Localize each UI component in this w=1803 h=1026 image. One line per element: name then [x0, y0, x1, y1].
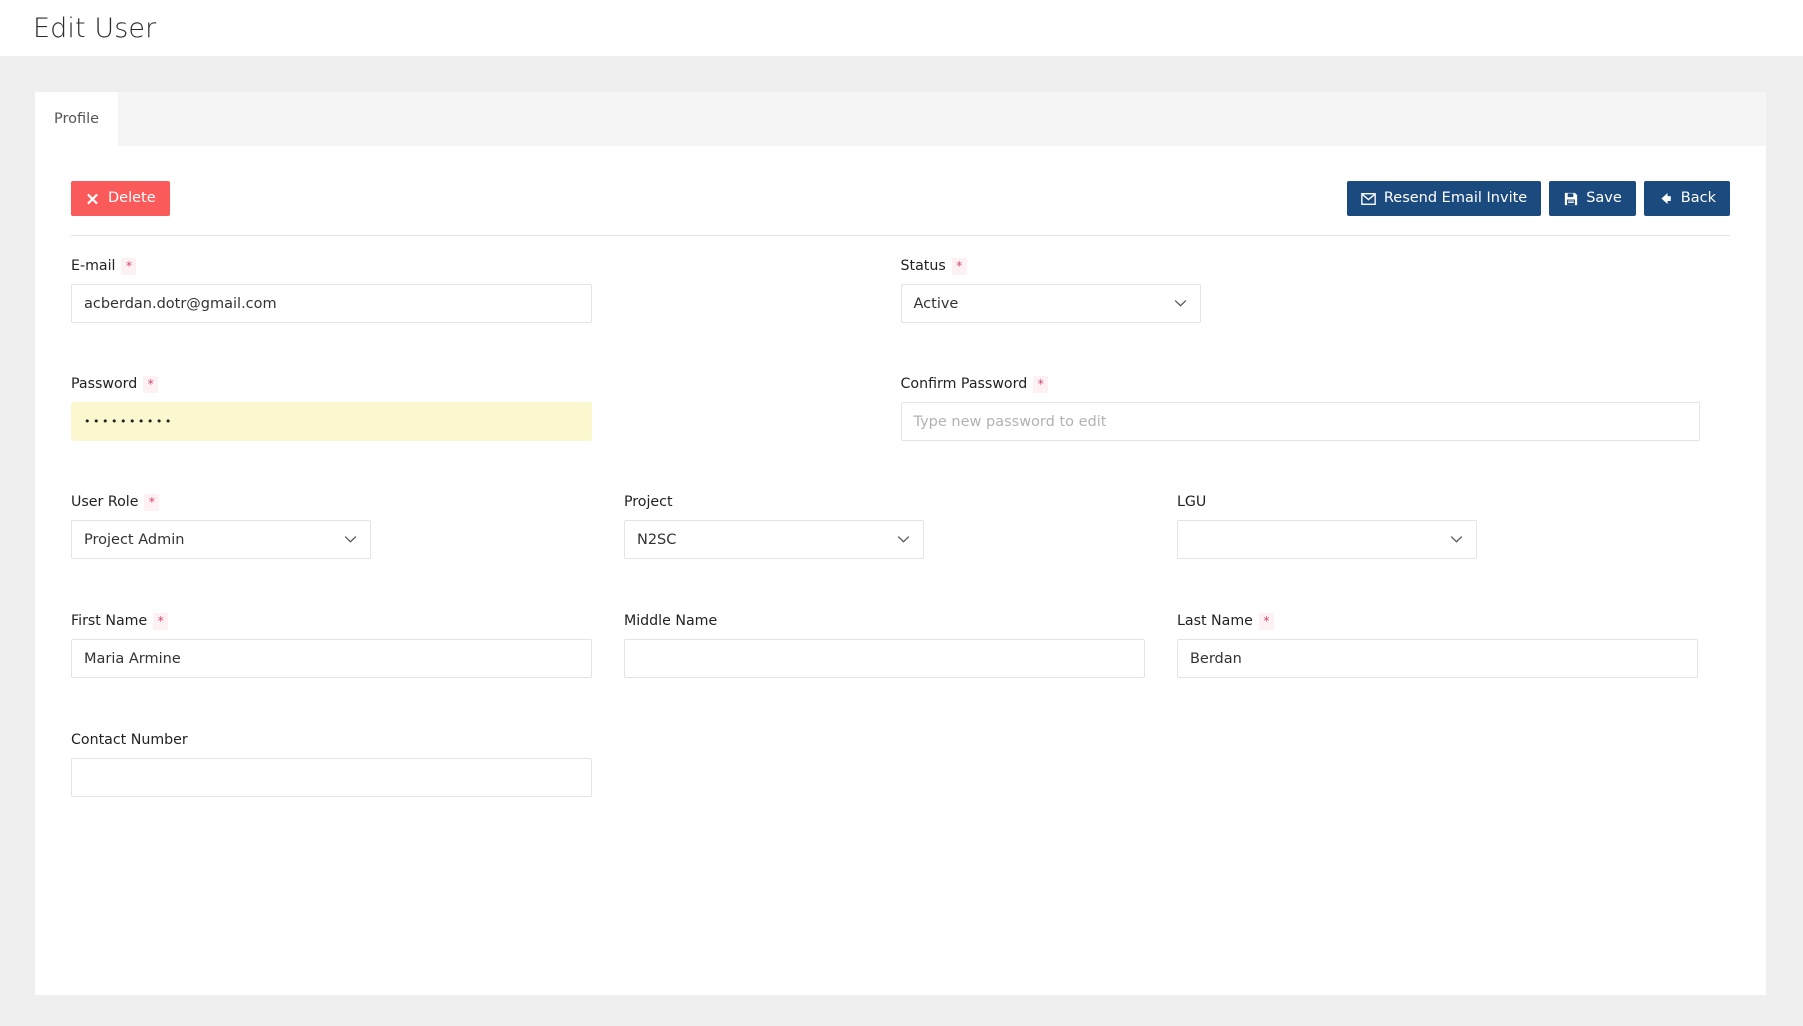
lgu-select[interactable] [1176, 520, 1477, 559]
email-label: E-mail [71, 258, 116, 274]
user-profile-form: E-mail * acberdan.dotr@gmail.com Status … [71, 236, 1730, 797]
email-label-group: E-mail * [71, 256, 871, 276]
lgu-label-group: LGU [1177, 492, 1700, 512]
form-toolbar: Delete Resend Email Invite Save Back [71, 172, 1730, 216]
confirm-password-placeholder: Type new password to edit [913, 413, 1107, 430]
back-button[interactable]: Back [1643, 181, 1730, 216]
status-label: Status [900, 258, 946, 274]
page-header: Edit User [0, 0, 1803, 56]
field-user-role: User Role * Project Admin [71, 492, 624, 559]
chevron-down-icon [897, 533, 910, 546]
field-middle-name: Middle Name [623, 611, 1177, 678]
contact-number-label-group: Contact Number [71, 730, 594, 750]
form-row-contact-spacer [1177, 730, 1730, 797]
status-select-value: Active [913, 295, 959, 312]
required-asterisk: * [1033, 375, 1049, 393]
project-select[interactable]: N2SC [623, 520, 924, 559]
password-label-group: Password * [71, 374, 871, 394]
last-name-label: Last Name [1176, 613, 1253, 629]
password-input[interactable]: •••••••••• [71, 402, 592, 441]
delete-button[interactable]: Delete [71, 181, 170, 216]
confirm-password-input[interactable]: Type new password to edit [900, 402, 1700, 441]
user-role-label-group: User Role * [71, 492, 594, 512]
user-role-select-value: Project Admin [84, 531, 185, 548]
page-title: Edit User [33, 12, 157, 44]
resend-email-invite-label: Resend Email Invite [1383, 190, 1528, 207]
form-row-gap [71, 678, 1730, 730]
required-asterisk: * [1258, 612, 1274, 630]
tab-bar-filler [118, 92, 1766, 146]
form-row-contact-spacer [624, 730, 1177, 797]
field-first-name: First Name * Maria Armine [71, 611, 624, 678]
last-name-input[interactable]: Berdan [1176, 639, 1698, 678]
arrow-left-icon [1658, 191, 1673, 206]
field-confirm-password: Confirm Password * Type new password to … [900, 374, 1731, 441]
required-asterisk: * [143, 375, 159, 393]
user-role-label: User Role [71, 494, 139, 510]
required-asterisk: * [121, 257, 137, 275]
last-name-label-group: Last Name * [1177, 611, 1700, 631]
contact-number-input[interactable] [71, 758, 592, 797]
contact-number-label: Contact Number [71, 732, 188, 748]
middle-name-label-group: Middle Name [624, 611, 1147, 631]
form-row-gap [71, 441, 1730, 492]
required-asterisk: * [951, 257, 967, 275]
form-row-credentials: E-mail * acberdan.dotr@gmail.com Status … [71, 256, 1730, 323]
project-label: Project [623, 494, 673, 510]
floppy-disk-icon [1563, 191, 1578, 206]
form-row-gap [71, 559, 1730, 611]
resend-email-invite-button[interactable]: Resend Email Invite [1346, 181, 1542, 216]
form-row-names: First Name * Maria Armine Middle Name La… [71, 611, 1730, 678]
page-canvas: Profile Delete Resend Email Invite Save … [0, 56, 1803, 1026]
email-input[interactable]: acberdan.dotr@gmail.com [71, 284, 592, 323]
status-select[interactable]: Active [900, 284, 1201, 323]
delete-button-label: Delete [108, 190, 156, 207]
back-button-label: Back [1680, 190, 1716, 207]
last-name-input-value: Berdan [1189, 650, 1242, 667]
first-name-label-group: First Name * [71, 611, 594, 631]
chevron-down-icon [344, 533, 357, 546]
profile-card: Delete Resend Email Invite Save Back E-m… [35, 146, 1766, 995]
first-name-input-value: Maria Armine [84, 650, 181, 667]
form-row-contact: Contact Number [71, 730, 1730, 797]
project-select-value: N2SC [636, 531, 677, 548]
field-project: Project N2SC [623, 492, 1177, 559]
status-label-group: Status * [901, 256, 1701, 276]
chevron-down-icon [1174, 297, 1187, 310]
required-asterisk: * [153, 612, 169, 630]
field-lgu: LGU [1176, 492, 1730, 559]
middle-name-label: Middle Name [623, 613, 718, 629]
envelope-icon [1361, 191, 1376, 206]
first-name-label: First Name [71, 613, 148, 629]
field-last-name: Last Name * Berdan [1176, 611, 1730, 678]
times-icon [85, 191, 100, 206]
required-asterisk: * [144, 493, 160, 511]
email-input-value: acberdan.dotr@gmail.com [84, 295, 277, 312]
password-label: Password [71, 376, 138, 392]
tab-bar: Profile [35, 92, 1766, 146]
middle-name-input[interactable] [623, 639, 1145, 678]
tab-profile[interactable]: Profile [35, 92, 118, 146]
form-row-gap [71, 323, 1730, 374]
confirm-password-label-group: Confirm Password * [901, 374, 1701, 394]
user-role-select[interactable]: Project Admin [71, 520, 371, 559]
first-name-input[interactable]: Maria Armine [71, 639, 592, 678]
form-row-passwords: Password * •••••••••• Confirm Password *… [71, 374, 1730, 441]
confirm-password-label: Confirm Password [900, 376, 1028, 392]
project-label-group: Project [624, 492, 1147, 512]
tab-profile-label: Profile [53, 111, 100, 127]
toolbar-actions: Resend Email Invite Save Back [1346, 181, 1730, 216]
password-input-value: •••••••••• [84, 415, 174, 428]
save-button-label: Save [1586, 190, 1622, 207]
field-password: Password * •••••••••• [71, 374, 901, 441]
field-email: E-mail * acberdan.dotr@gmail.com [71, 256, 901, 323]
chevron-down-icon [1450, 533, 1463, 546]
form-row-assignment: User Role * Project Admin Project N2SC L… [71, 492, 1730, 559]
field-status: Status * Active [900, 256, 1731, 323]
field-contact-number: Contact Number [71, 730, 624, 797]
save-button[interactable]: Save [1549, 181, 1636, 216]
lgu-label: LGU [1176, 494, 1207, 510]
